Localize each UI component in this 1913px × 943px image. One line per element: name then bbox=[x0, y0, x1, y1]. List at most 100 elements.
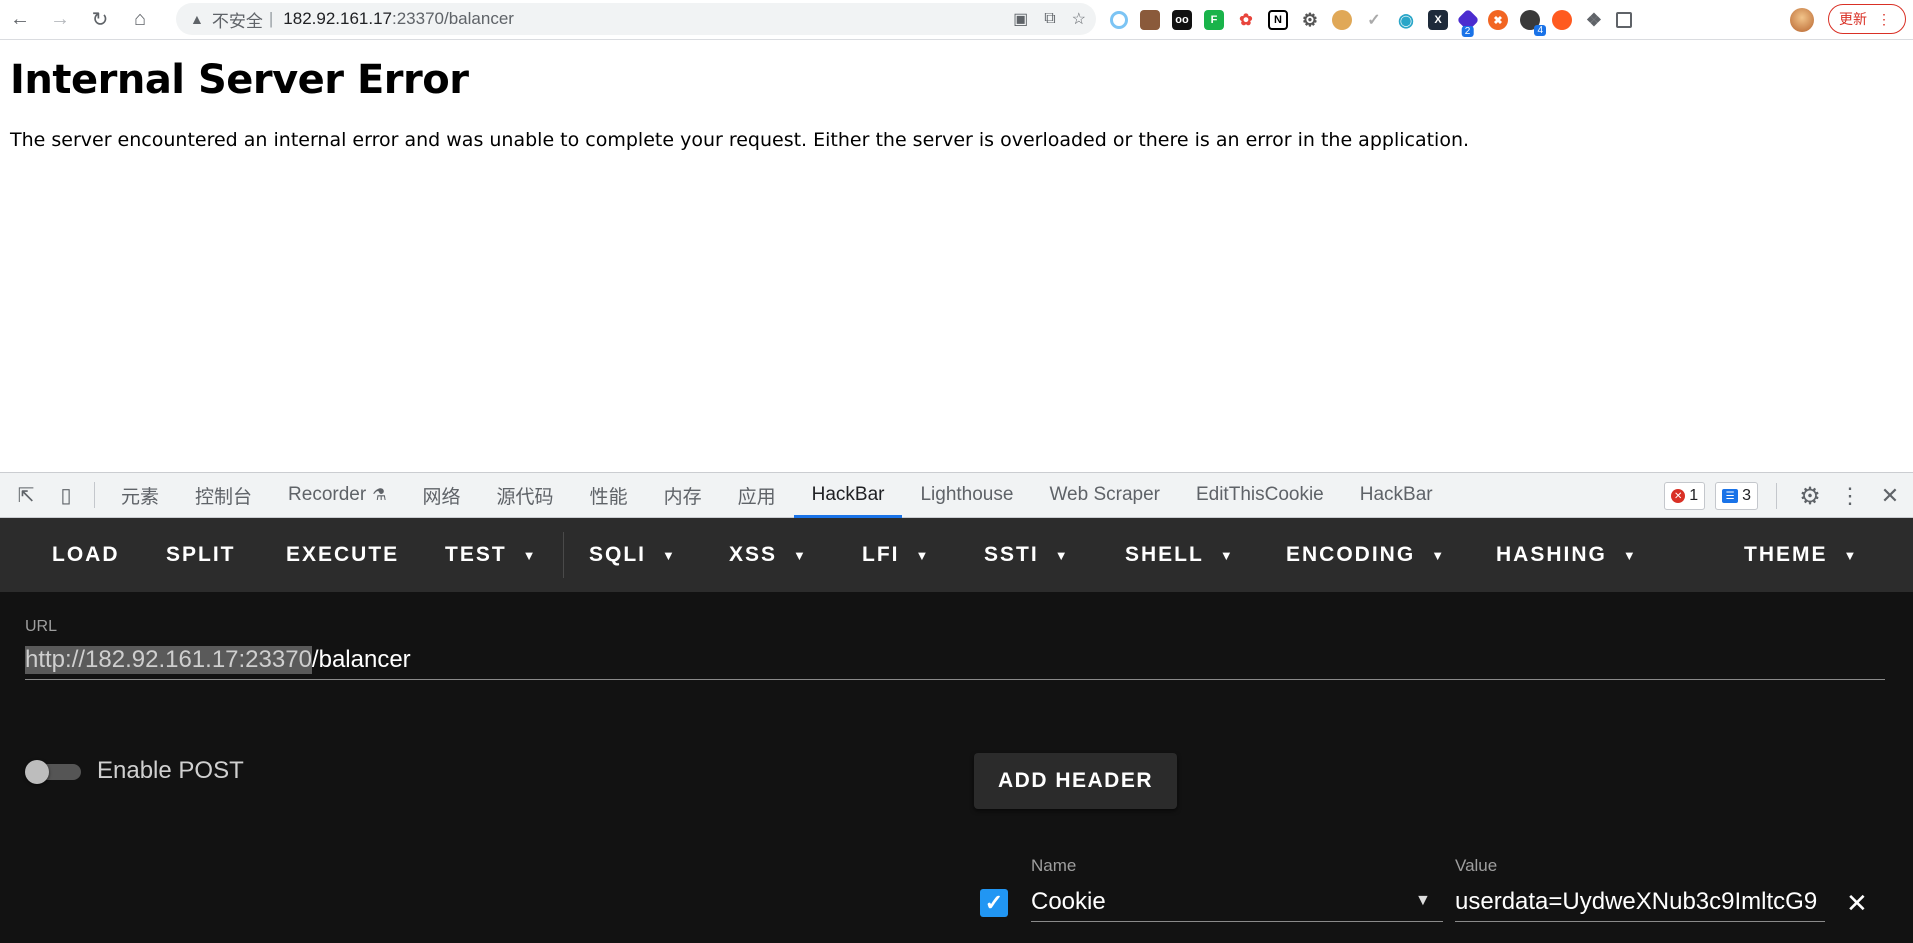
test-menu[interactable]: TEST ▼ bbox=[445, 518, 538, 592]
back-icon[interactable]: ← bbox=[0, 0, 40, 40]
hashing-label: HASHING bbox=[1496, 543, 1607, 566]
url-input[interactable]: http://182.92.161.17:23370/balancer bbox=[25, 640, 1885, 680]
extension-glasses-icon[interactable]: oo bbox=[1172, 10, 1192, 30]
address-bar[interactable]: ▲ 不安全 | 182.92.161.17:23370/balancer ▣ ⧉… bbox=[176, 3, 1096, 35]
profile-avatar[interactable] bbox=[1790, 8, 1814, 32]
extension-cookie-icon[interactable] bbox=[1332, 10, 1352, 30]
bookmark-star-icon[interactable]: ☆ bbox=[1072, 9, 1086, 29]
error-message: The server encountered an internal error… bbox=[10, 129, 1470, 151]
extension-red-icon[interactable] bbox=[1552, 10, 1572, 30]
error-counter[interactable]: ✕ 1 bbox=[1664, 482, 1706, 510]
tab-hackbar-2[interactable]: HackBar bbox=[1342, 472, 1451, 518]
tab-lighthouse[interactable]: Lighthouse bbox=[902, 472, 1031, 518]
page-content: Internal Server Error The server encount… bbox=[0, 41, 1913, 471]
encoding-menu[interactable]: ENCODING ▼ bbox=[1286, 518, 1446, 592]
translate-icon[interactable]: ▣ bbox=[1013, 9, 1028, 29]
close-devtools-icon[interactable]: ✕ bbox=[1875, 473, 1905, 519]
share-icon[interactable]: ⧉ bbox=[1044, 10, 1055, 28]
message-count: 3 bbox=[1742, 487, 1751, 504]
tab-divider bbox=[1776, 483, 1777, 509]
hashing-menu[interactable]: HASHING ▼ bbox=[1496, 518, 1638, 592]
tab-editthiscookie[interactable]: EditThisCookie bbox=[1178, 472, 1342, 518]
shell-menu[interactable]: SHELL ▼ bbox=[1125, 518, 1235, 592]
tab-hackbar[interactable]: HackBar bbox=[793, 472, 903, 518]
lfi-label: LFI bbox=[862, 543, 900, 566]
extension-hacker-icon[interactable]: 4 bbox=[1520, 10, 1546, 36]
caret-down-icon[interactable]: ▼ bbox=[1415, 892, 1431, 910]
enable-post-label: Enable POST bbox=[97, 757, 244, 784]
remove-header-icon[interactable]: ✕ bbox=[1846, 888, 1868, 919]
more-options-icon[interactable]: ⋮ bbox=[1835, 473, 1865, 519]
extensions-puzzle-icon[interactable]: ❖ bbox=[1584, 10, 1604, 30]
caret-down-icon: ▼ bbox=[915, 547, 931, 563]
ssti-menu[interactable]: SSTI ▼ bbox=[984, 518, 1070, 592]
reload-icon[interactable]: ↻ bbox=[80, 0, 120, 40]
extension-orange-icon[interactable]: ✖ bbox=[1488, 10, 1508, 30]
extension-circle-icon[interactable] bbox=[1110, 11, 1128, 29]
encoding-label: ENCODING bbox=[1286, 543, 1416, 566]
extension-f-icon[interactable]: F bbox=[1204, 10, 1224, 30]
tab-recorder[interactable]: Recorder ⚗ bbox=[270, 472, 405, 518]
sqli-label: SQLI bbox=[589, 543, 647, 566]
url-path: :23370/balancer bbox=[392, 9, 514, 28]
home-icon[interactable]: ⌂ bbox=[120, 0, 160, 40]
side-panel-icon[interactable] bbox=[1616, 12, 1632, 28]
shell-label: SHELL bbox=[1125, 543, 1204, 566]
tab-network[interactable]: 网络 bbox=[405, 472, 479, 518]
url-host: 182.92.161.17 bbox=[283, 9, 392, 28]
caret-down-icon: ▼ bbox=[522, 547, 538, 563]
tab-memory[interactable]: 内存 bbox=[646, 472, 720, 518]
inspect-element-icon[interactable]: ⇱ bbox=[6, 472, 46, 518]
load-button[interactable]: LOAD bbox=[52, 518, 120, 592]
tab-console[interactable]: 控制台 bbox=[177, 472, 270, 518]
header-name-select[interactable]: Cookie bbox=[1031, 882, 1443, 922]
xss-menu[interactable]: XSS ▼ bbox=[729, 518, 808, 592]
tab-application[interactable]: 应用 bbox=[720, 472, 794, 518]
message-counter[interactable]: ☰ 3 bbox=[1715, 482, 1758, 510]
extension-x-icon[interactable]: X bbox=[1428, 10, 1448, 30]
device-toolbar-icon[interactable]: ▯ bbox=[46, 472, 86, 518]
theme-menu[interactable]: THEME ▼ bbox=[1744, 518, 1858, 592]
extension-check-icon[interactable]: ✓ bbox=[1364, 10, 1384, 30]
add-header-button[interactable]: ADD HEADER bbox=[974, 753, 1177, 809]
execute-button[interactable]: EXECUTE bbox=[286, 518, 399, 592]
caret-down-icon: ▼ bbox=[1054, 547, 1070, 563]
tab-elements[interactable]: 元素 bbox=[103, 472, 177, 518]
extension-globe-icon[interactable]: ◉ bbox=[1396, 10, 1416, 30]
header-value-label: Value bbox=[1455, 856, 1498, 875]
forward-icon[interactable]: → bbox=[40, 0, 80, 40]
lfi-menu[interactable]: LFI ▼ bbox=[862, 518, 930, 592]
caret-down-icon: ▼ bbox=[793, 547, 808, 563]
settings-gear-icon[interactable]: ⚙ bbox=[1795, 473, 1825, 519]
extension-gear-icon[interactable]: ⚙ bbox=[1300, 10, 1320, 30]
xss-label: XSS bbox=[729, 543, 778, 566]
devtools-tab-bar: ⇱ ▯ 元素 控制台 Recorder ⚗ 网络 源代码 性能 内存 应用 Hac… bbox=[0, 472, 1913, 518]
extension-notion-icon[interactable]: N bbox=[1268, 10, 1288, 30]
tab-recorder-label: Recorder bbox=[288, 484, 367, 505]
insecure-label: 不安全 bbox=[211, 11, 263, 31]
tab-web-scraper[interactable]: Web Scraper bbox=[1031, 472, 1178, 518]
caret-down-icon: ▼ bbox=[1843, 547, 1859, 563]
enable-post-toggle[interactable] bbox=[25, 760, 83, 784]
url-label: URL bbox=[25, 618, 58, 635]
message-icon: ☰ bbox=[1722, 489, 1739, 503]
hackbar-menu: LOAD SPLIT EXECUTE TEST ▼ SQLI ▼ XSS ▼ LFI ▼… bbox=[0, 518, 1913, 592]
split-button[interactable]: SPLIT bbox=[166, 518, 236, 592]
extension-anime-icon[interactable] bbox=[1140, 10, 1160, 30]
extension-pinwheel-icon[interactable]: ✿ bbox=[1236, 10, 1256, 30]
sqli-menu[interactable]: SQLI ▼ bbox=[589, 518, 677, 592]
update-button[interactable]: 更新 ⋮ bbox=[1828, 4, 1906, 34]
tab-sources[interactable]: 源代码 bbox=[479, 472, 572, 518]
address-separator: | bbox=[268, 9, 274, 28]
caret-down-icon: ▼ bbox=[1431, 547, 1447, 563]
header-value-input[interactable]: userdata=UydweXNub3c9ImltcG9 bbox=[1455, 882, 1825, 922]
tab-performance[interactable]: 性能 bbox=[572, 472, 646, 518]
theme-label: THEME bbox=[1744, 543, 1828, 566]
test-label: TEST bbox=[445, 543, 507, 566]
update-label: 更新 bbox=[1839, 11, 1867, 27]
caret-down-icon: ▼ bbox=[1622, 547, 1638, 563]
caret-down-icon: ▼ bbox=[662, 547, 677, 563]
browser-toolbar: ← → ↻ ⌂ ▲ 不安全 | 182.92.161.17:23370/bala… bbox=[0, 0, 1913, 40]
header-enabled-checkbox[interactable]: ✓ bbox=[980, 889, 1008, 917]
extension-diamond-icon[interactable]: 2 bbox=[1456, 8, 1480, 38]
